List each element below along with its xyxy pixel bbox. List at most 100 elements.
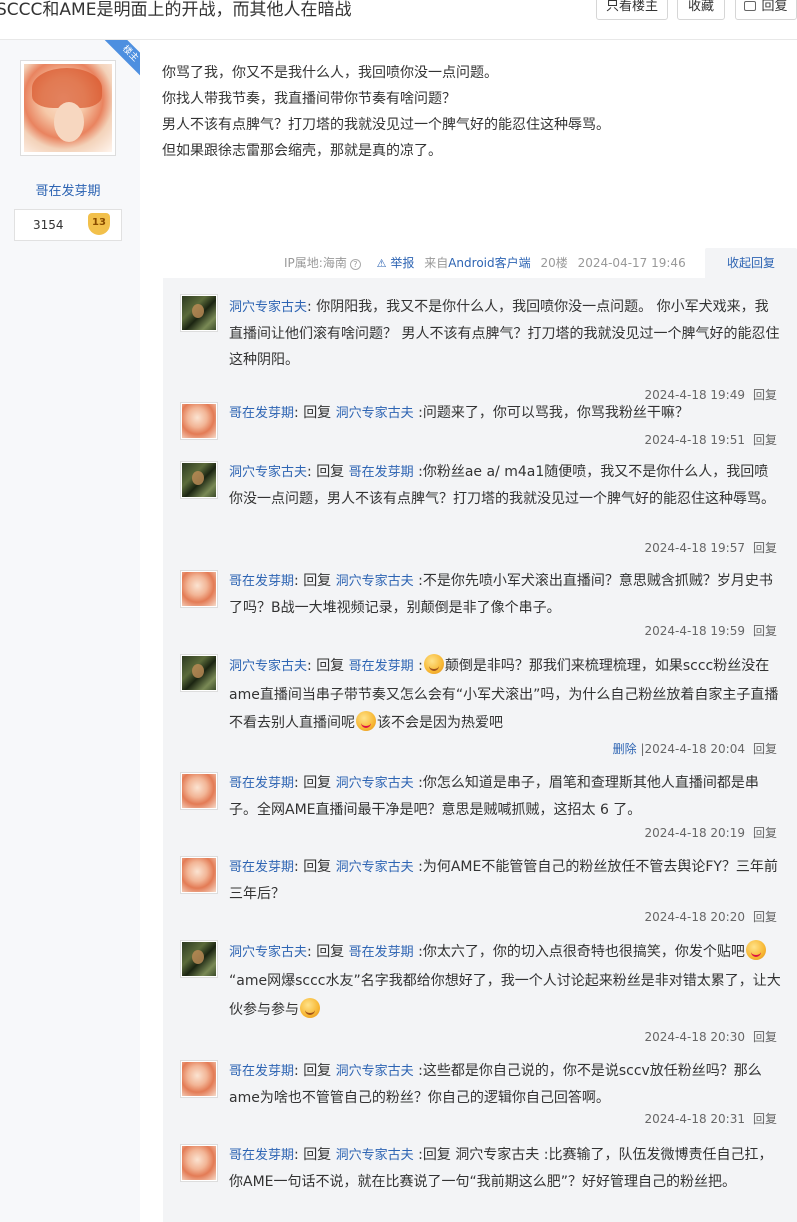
reply-username[interactable]: 洞穴专家古夫 bbox=[229, 659, 307, 674]
reply-action[interactable]: 回复 bbox=[753, 433, 777, 447]
reply-word: 回复 bbox=[303, 1147, 332, 1163]
report-link[interactable]: ⚠ 举报 bbox=[377, 256, 415, 270]
reply-username[interactable]: 洞穴专家古夫 bbox=[229, 945, 307, 960]
reply-target[interactable]: 洞穴专家古夫 bbox=[336, 1064, 414, 1079]
reply-time: 2024-4-18 20:31 bbox=[644, 1112, 745, 1126]
level-value: 3154 bbox=[33, 218, 64, 232]
avatar-image bbox=[182, 858, 216, 892]
warning-icon: ⚠ bbox=[376, 257, 387, 270]
source-prefix: 来自 bbox=[424, 256, 449, 270]
reply-word: 回复 bbox=[303, 573, 332, 589]
reply-text: 哥在发芽期: 回复 洞穴专家古夫 :问题来了，你可以骂我，你骂我粉丝干嘛？ bbox=[229, 405, 689, 421]
reply-meta: 2024-4-18 20:20 回复 bbox=[644, 908, 777, 925]
comment-icon bbox=[744, 1, 757, 11]
avatar-image bbox=[182, 656, 216, 690]
reply-target[interactable]: 洞穴专家古夫 bbox=[336, 776, 414, 791]
cheer-emoji-icon bbox=[300, 998, 320, 1018]
post-line: 你骂了我，你又不是我什么人，我回喷你没一点问题。 bbox=[162, 65, 498, 81]
reply-meta: 2024-4-18 19:59 回复 bbox=[644, 622, 777, 639]
reply-target[interactable]: 哥在发芽期 bbox=[349, 659, 414, 674]
reply-text: 洞穴专家古夫: 回复 哥在发芽期 : 颠倒是非吗？那我们来梳理梳理，如果sccc粉… bbox=[229, 652, 781, 737]
avatar[interactable] bbox=[180, 1060, 218, 1098]
post-body: 你骂了我，你又不是我什么人，我回喷你没一点问题。 你找人带我节奏，我直播间带你节… bbox=[162, 60, 782, 164]
reply-target[interactable]: 洞穴专家古夫 bbox=[336, 406, 414, 421]
reply-username[interactable]: 哥在发芽期 bbox=[229, 574, 294, 589]
reply-meta: 2024-4-18 19:51 回复 bbox=[644, 431, 777, 448]
avatar[interactable] bbox=[180, 294, 218, 332]
post-line: 你找人带我节奏，我直播间带你节奏有啥问题？ bbox=[162, 91, 456, 107]
reply-button[interactable]: 回复 bbox=[735, 0, 797, 20]
reply-username[interactable]: 哥在发芽期 bbox=[229, 776, 294, 791]
author-name[interactable]: 哥在发芽期 bbox=[0, 180, 136, 199]
reply-action[interactable]: 回复 bbox=[753, 742, 777, 756]
smile-emoji-icon bbox=[423, 654, 444, 674]
avatar-image bbox=[182, 774, 216, 808]
reply-text: 哥在发芽期: 回复 洞穴专家古夫 :你怎么知道是串子，眉笔和查理斯其他人直播间都… bbox=[229, 775, 759, 818]
help-icon[interactable]: ? bbox=[349, 259, 361, 270]
avatar-image bbox=[182, 296, 216, 330]
reply-target[interactable]: 哥在发芽期 bbox=[349, 465, 414, 480]
avatar[interactable] bbox=[180, 402, 218, 440]
reply-time: 2024-4-18 20:20 bbox=[644, 910, 745, 924]
client-link[interactable]: Android客户端 bbox=[448, 256, 530, 270]
avatar[interactable] bbox=[180, 1144, 218, 1182]
avatar[interactable] bbox=[180, 940, 218, 978]
reply-action[interactable]: 回复 bbox=[753, 826, 777, 840]
reply-action[interactable]: 回复 bbox=[753, 541, 777, 555]
floor-number: 20楼 bbox=[540, 256, 568, 270]
author-sidebar: 楼主 哥在发芽期 3154 13 bbox=[0, 40, 140, 1222]
avatar[interactable] bbox=[180, 856, 218, 894]
reply-text: 哥在发芽期: 回复 洞穴专家古夫 :为何AME不能管管自己的粉丝放任不管去舆论F… bbox=[229, 859, 778, 902]
reply-action[interactable]: 回复 bbox=[753, 910, 777, 924]
reply-text: 洞穴专家古夫: 回复 哥在发芽期 :你太六了，你的切入点很奇特也很搞笑，你发个贴… bbox=[229, 938, 781, 1025]
reply-word: 回复 bbox=[316, 944, 345, 960]
reply-meta: 2024-4-18 20:19 回复 bbox=[644, 824, 777, 841]
reply-target[interactable]: 洞穴专家古夫 bbox=[336, 574, 414, 589]
reply-word: 回复 bbox=[316, 464, 345, 480]
reply-button-label: 回复 bbox=[761, 0, 788, 14]
reply-word: 回复 bbox=[303, 405, 332, 421]
favorite-button[interactable]: 收藏 bbox=[677, 0, 725, 20]
reply-word: 回复 bbox=[303, 1063, 332, 1079]
reply-meta: 删除 |2024-4-18 20:04 回复 bbox=[613, 740, 777, 757]
reply-time: 2024-4-18 20:19 bbox=[644, 826, 745, 840]
grin-emoji-icon bbox=[745, 940, 766, 960]
reply-text: 哥在发芽期: 回复 洞穴专家古夫 :不是你先喷小军犬滚出直播间？意思贼含抓贼？岁… bbox=[229, 573, 773, 616]
reply-meta: 2024-4-18 20:31 回复 bbox=[644, 1110, 777, 1127]
reply-target[interactable]: 洞穴专家古夫 bbox=[336, 860, 414, 875]
avatar[interactable] bbox=[180, 772, 218, 810]
reply-word: 回复 bbox=[303, 859, 332, 875]
reply-username[interactable]: 哥在发芽期 bbox=[229, 1064, 294, 1079]
avatar[interactable] bbox=[180, 570, 218, 608]
reply-username[interactable]: 哥在发芽期 bbox=[229, 406, 294, 421]
reply-text: 哥在发芽期: 回复 洞穴专家古夫 :这些都是你自己说的，你不是说sccv放任粉丝… bbox=[229, 1063, 762, 1106]
thread-title: SCCC和AME是明面上的开战，而其他人在暗战 bbox=[0, 0, 352, 20]
reply-action[interactable]: 回复 bbox=[753, 1112, 777, 1126]
reply-username[interactable]: 洞穴专家古夫 bbox=[229, 300, 307, 315]
reply-time: 2024-4-18 19:59 bbox=[644, 624, 745, 638]
reply-target[interactable]: 洞穴专家古夫 bbox=[336, 1148, 414, 1163]
reply-action[interactable]: 回复 bbox=[753, 624, 777, 638]
author-level[interactable]: 3154 13 bbox=[14, 209, 122, 241]
reply-time: 2024-4-18 19:57 bbox=[644, 541, 745, 555]
only-op-button[interactable]: 只看楼主 bbox=[596, 0, 668, 20]
reply-meta: 2024-4-18 20:30 回复 bbox=[644, 1028, 777, 1045]
reply-target[interactable]: 哥在发芽期 bbox=[349, 945, 414, 960]
post-line: 男人不该有点脾气？打刀塔的我就没见过一个脾气好的能忍住这种辱骂。 bbox=[162, 117, 610, 133]
reply-text: 洞穴专家古夫: 你阴阳我，我又不是你什么人，我回喷你没一点问题。 你小军犬戏来，… bbox=[229, 299, 780, 368]
avatar[interactable] bbox=[180, 654, 218, 692]
reply-username[interactable]: 哥在发芽期 bbox=[229, 1148, 294, 1163]
avatar-image bbox=[182, 572, 216, 606]
avatar[interactable] bbox=[180, 461, 218, 499]
op-badge-label: 楼主 bbox=[104, 40, 140, 80]
reply-username[interactable]: 哥在发芽期 bbox=[229, 860, 294, 875]
collapse-replies-button[interactable]: 收起回复 bbox=[705, 248, 797, 278]
reply-word: 回复 bbox=[303, 775, 332, 791]
avatar-image bbox=[182, 942, 216, 976]
post-line: 但如果跟徐志雷那会缩壳，那就是真的凉了。 bbox=[162, 143, 442, 159]
delete-link[interactable]: 删除 bbox=[613, 742, 637, 756]
reply-action[interactable]: 回复 bbox=[753, 1030, 777, 1044]
reply-username[interactable]: 洞穴专家古夫 bbox=[229, 465, 307, 480]
reply-content: :问题来了，你可以骂我，你骂我粉丝干嘛？ bbox=[418, 405, 689, 421]
avatar-image bbox=[182, 1146, 216, 1180]
